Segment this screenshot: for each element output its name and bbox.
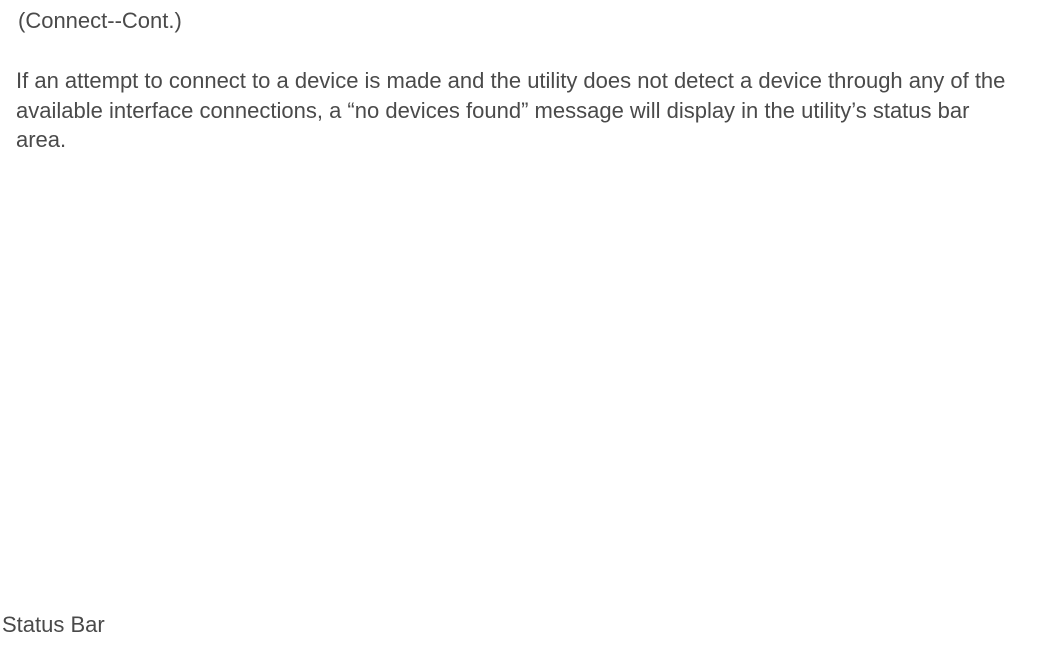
section-heading: (Connect--Cont.) — [18, 8, 182, 34]
status-bar-label: Status Bar — [2, 612, 105, 638]
body-paragraph: If an attempt to connect to a device is … — [16, 66, 1021, 155]
